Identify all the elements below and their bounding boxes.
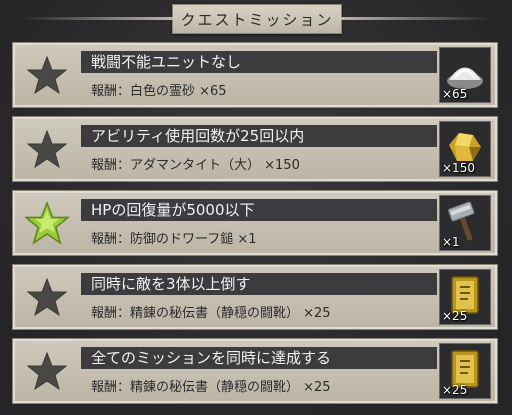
mission-row: 同時に敵を3体以上倒す 報酬：精錬の秘伝書（静穏の闘靴） ×25 ×25 — [12, 264, 498, 330]
empty-star-icon — [19, 271, 75, 323]
achieved-star-icon — [19, 197, 75, 249]
mission-reward: 報酬：白色の霊砂 ×65 — [91, 84, 227, 99]
mission-title: 戦闘不能ユニットなし — [81, 51, 437, 73]
empty-star-icon — [19, 123, 75, 175]
mission-reward: 報酬：防御のドワーフ鎚 ×1 — [91, 232, 257, 247]
mission-title: 同時に敵を3体以上倒す — [81, 273, 437, 295]
mission-row: 全てのミッションを同時に達成する 報酬：精錬の秘伝書（静穏の闘靴） ×25 ×2… — [12, 338, 498, 404]
mission-reward: 報酬：アダマンタイト（大） ×150 — [91, 158, 300, 173]
mission-title: 全てのミッションを同時に達成する — [81, 347, 437, 369]
reward-item[interactable]: ×1 — [439, 195, 491, 251]
mission-title: HPの回復量が5000以下 — [81, 199, 437, 221]
item-count: ×25 — [442, 309, 468, 323]
reward-item[interactable]: ×150 — [439, 121, 491, 177]
mission-row: 戦闘不能ユニットなし 報酬：白色の霊砂 ×65 ×65 — [12, 42, 498, 108]
item-count: ×25 — [442, 383, 468, 397]
mission-panel: クエストミッション 戦闘不能ユニットなし 報酬：白色の霊砂 ×65 ×65 アビ… — [0, 0, 512, 415]
mission-title: アビリティ使用回数が25回以内 — [81, 125, 437, 147]
panel-header: クエストミッション — [23, 4, 342, 34]
reward-item[interactable]: ×25 — [439, 269, 491, 325]
mission-row: HPの回復量が5000以下 報酬：防御のドワーフ鎚 ×1 ×1 — [12, 190, 498, 256]
item-count: ×65 — [442, 87, 468, 101]
item-count: ×1 — [442, 235, 460, 249]
mission-reward: 報酬：精錬の秘伝書（静穏の闘靴） ×25 — [91, 306, 331, 321]
reward-item[interactable]: ×25 — [439, 343, 491, 399]
reward-item[interactable]: ×65 — [439, 47, 491, 103]
empty-star-icon — [19, 49, 75, 101]
mission-row: アビリティ使用回数が25回以内 報酬：アダマンタイト（大） ×150 ×150 — [12, 116, 498, 182]
empty-star-icon — [19, 345, 75, 397]
item-count: ×150 — [442, 161, 475, 175]
mission-reward: 報酬：精錬の秘伝書（静穏の闘靴） ×25 — [91, 380, 331, 395]
